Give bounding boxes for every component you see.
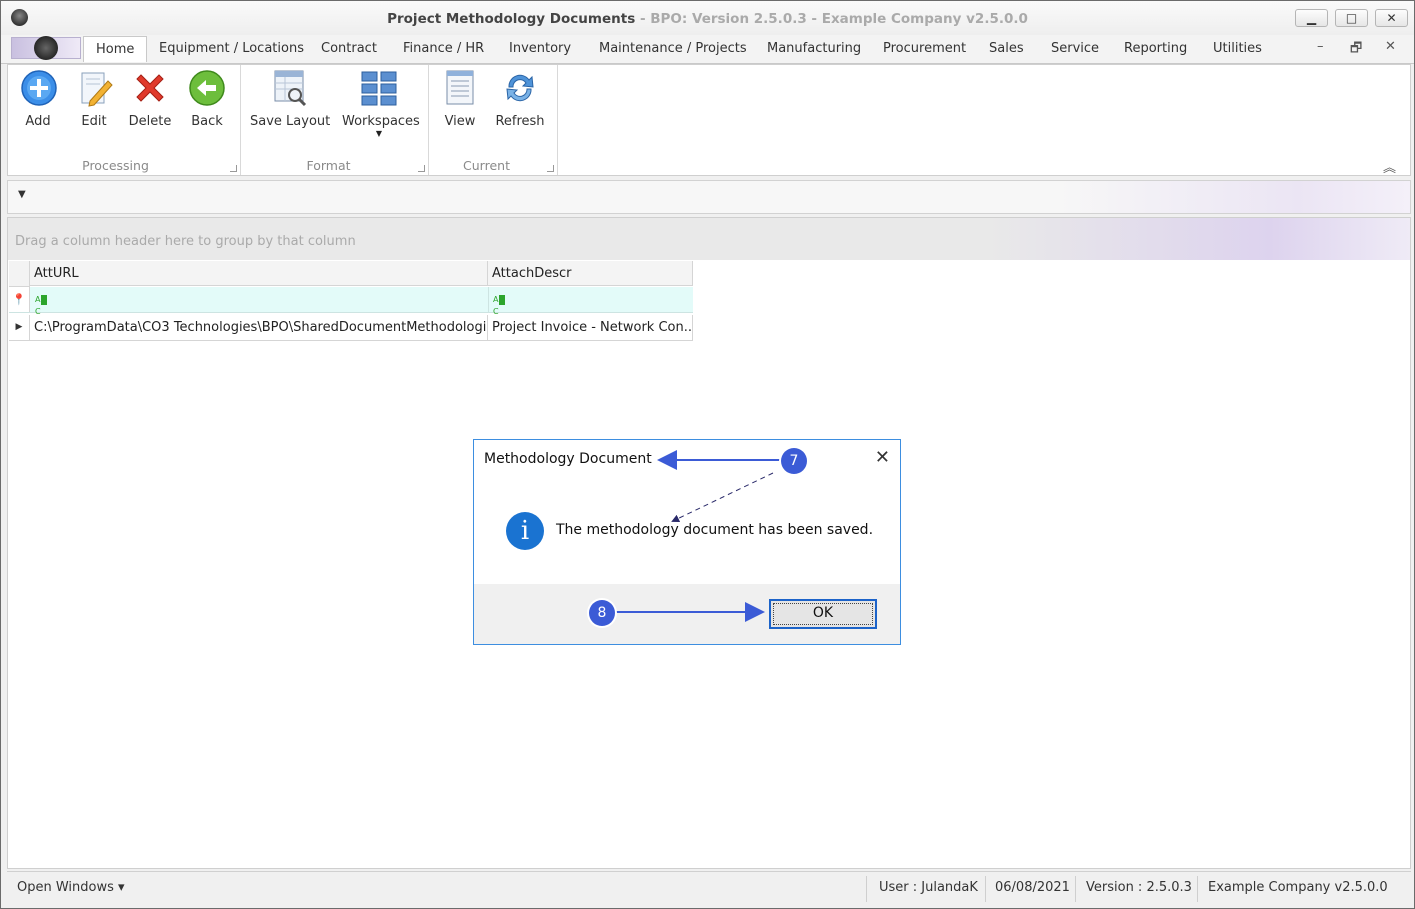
tab-finance-hr[interactable]: Finance / HR: [403, 41, 484, 56]
status-date: 06/08/2021: [995, 880, 1070, 895]
refresh-icon: [506, 74, 534, 102]
column-header-attachdescr[interactable]: AttachDescr: [488, 261, 693, 286]
refresh-button[interactable]: Refresh: [494, 69, 546, 129]
row-indicator-icon: ▶: [9, 315, 30, 340]
tab-inventory[interactable]: Inventory: [509, 41, 571, 56]
dialog-message: The methodology document has been saved.: [556, 522, 874, 538]
app-menu-icon: [34, 36, 58, 60]
tab-manufacturing[interactable]: Manufacturing: [767, 41, 861, 56]
filter-cell-attachdescr[interactable]: [489, 287, 693, 312]
tab-equipment-locations[interactable]: Equipment / Locations: [159, 41, 304, 56]
window-title-main: Project Methodology Documents: [387, 11, 636, 27]
back-label: Back: [191, 114, 223, 129]
close-button[interactable]: ✕: [1375, 9, 1408, 27]
group-launcher-format[interactable]: [418, 165, 425, 172]
dialog-footer: OK: [474, 584, 900, 644]
back-arrow-icon: [189, 70, 225, 106]
add-button[interactable]: Add: [20, 69, 57, 129]
edit-icon: [81, 72, 113, 107]
back-button[interactable]: Back: [188, 69, 226, 129]
dialog-title: Methodology Document: [484, 451, 652, 467]
auto-filter-row: 📍 AC AC: [9, 287, 693, 316]
workspaces-button[interactable]: Workspaces ▼: [342, 69, 420, 138]
save-layout-button[interactable]: Save Layout: [250, 69, 330, 129]
window-title-sub: - BPO: Version 2.5.0.3 - Example Company…: [639, 11, 1028, 27]
status-separator: [866, 876, 867, 902]
tab-service[interactable]: Service: [1051, 41, 1099, 56]
add-label: Add: [25, 114, 51, 129]
cell-attachdescr[interactable]: Project Invoice - Network Con...: [488, 315, 693, 340]
workspaces-icon: [361, 71, 397, 106]
view-label: View: [444, 114, 476, 129]
save-layout-icon: [274, 70, 307, 107]
callout-badge-8: 8: [589, 600, 615, 626]
ok-button[interactable]: OK: [769, 599, 877, 629]
view-button[interactable]: View: [442, 69, 478, 129]
status-user: User : JulandaK: [879, 880, 978, 895]
add-icon: [21, 70, 57, 106]
maximize-button[interactable]: □: [1335, 9, 1368, 27]
status-separator: [1075, 876, 1076, 902]
dropdown-arrow-icon: ▼: [375, 129, 383, 138]
callout-badge-7: 7: [781, 448, 807, 474]
cell-atturl[interactable]: C:\ProgramData\CO3 Technologies\BPO\Shar…: [30, 315, 488, 340]
group-by-panel[interactable]: Drag a column header here to group by th…: [8, 218, 1410, 260]
collapse-ribbon-icon[interactable]: ︽: [1383, 157, 1396, 176]
group-separator: [557, 65, 558, 175]
mdi-close-button[interactable]: ✕: [1385, 39, 1396, 54]
minimize-button[interactable]: ▁: [1295, 9, 1328, 27]
tab-sales[interactable]: Sales: [989, 41, 1024, 56]
status-separator: [985, 876, 986, 902]
group-label-processing: Processing: [82, 158, 149, 173]
toolbar-strip: ▼: [7, 180, 1411, 214]
customize-dropdown-icon[interactable]: ▼: [18, 189, 26, 200]
dialog-close-icon[interactable]: ✕: [875, 447, 890, 468]
edit-label: Edit: [81, 114, 107, 129]
window-title: Project Methodology Documents - BPO: Ver…: [1, 11, 1414, 27]
app-menu-button[interactable]: [11, 36, 81, 60]
filter-pin-icon: 📍: [9, 287, 30, 312]
group-launcher-processing[interactable]: [230, 165, 237, 172]
methodology-document-dialog: Methodology Document ✕ i The methodology…: [473, 439, 901, 645]
status-version: Version : 2.5.0.3: [1086, 880, 1192, 895]
tab-contract[interactable]: Contract: [321, 41, 377, 56]
open-windows-dropdown[interactable]: Open Windows ▾: [17, 880, 125, 895]
status-bar: Open Windows ▾ User : JulandaK 06/08/202…: [7, 871, 1411, 907]
mdi-restore-button[interactable]: 🗗: [1350, 39, 1362, 61]
tab-utilities[interactable]: Utilities: [1213, 41, 1262, 56]
refresh-label: Refresh: [495, 114, 545, 129]
delete-icon: [136, 74, 164, 102]
title-bar: Project Methodology Documents - BPO: Ver…: [1, 1, 1414, 35]
menu-bar: Home Equipment / Locations Contract Fina…: [1, 35, 1414, 64]
mdi-minimize-button[interactable]: –: [1317, 39, 1324, 54]
group-label-current: Current: [463, 158, 510, 173]
group-panel-hint: Drag a column header here to group by th…: [15, 234, 356, 249]
info-icon: i: [506, 512, 544, 550]
status-company: Example Company v2.5.0.0: [1208, 880, 1388, 895]
group-launcher-current[interactable]: [547, 165, 554, 172]
ribbon: Add Edit Delete Back Save Layout Workspa…: [7, 64, 1411, 176]
view-icon: [446, 70, 474, 105]
status-separator: [1197, 876, 1198, 902]
column-header-atturl[interactable]: AttURL: [30, 261, 488, 286]
save-layout-label: Save Layout: [250, 114, 331, 129]
delete-label: Delete: [128, 114, 172, 129]
header-indicator: [9, 261, 30, 287]
tab-home[interactable]: Home: [83, 36, 148, 62]
delete-button[interactable]: Delete: [128, 69, 172, 129]
tab-reporting[interactable]: Reporting: [1124, 41, 1187, 56]
group-label-format: Format: [306, 158, 351, 173]
edit-button[interactable]: Edit: [76, 69, 113, 129]
tab-maintenance-projects[interactable]: Maintenance / Projects: [599, 41, 747, 56]
table-row[interactable]: ▶ C:\ProgramData\CO3 Technologies\BPO\Sh…: [9, 315, 693, 341]
filter-cell-atturl[interactable]: [30, 287, 489, 312]
tab-procurement[interactable]: Procurement: [883, 41, 966, 56]
workspaces-label: Workspaces: [342, 114, 420, 129]
application-window: Project Methodology Documents - BPO: Ver…: [0, 0, 1415, 909]
